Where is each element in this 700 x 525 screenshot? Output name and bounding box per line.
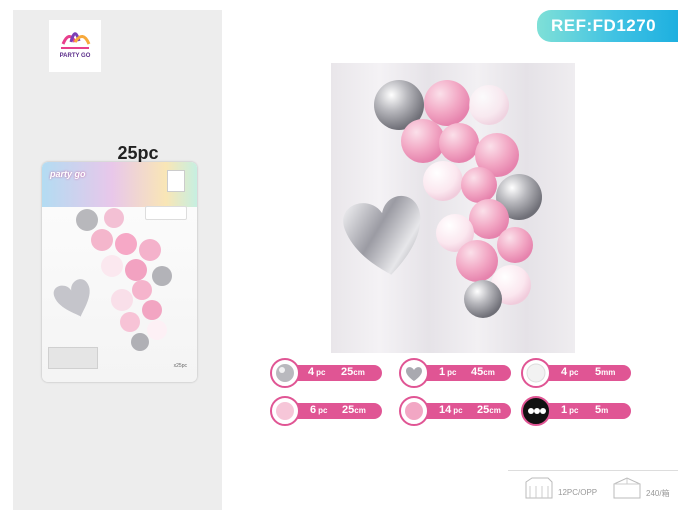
content-size: 25: [341, 366, 354, 378]
outer-pack-label: 240/箱: [646, 489, 670, 498]
heart-foil-icon: [399, 358, 429, 388]
content-qty: 14: [439, 404, 452, 416]
pearl-balloon-icon: [399, 396, 429, 426]
pink-balloon-icon: [270, 396, 300, 426]
brand-logo: PARTY GO: [49, 20, 101, 72]
silver-balloon-icon: [270, 358, 300, 388]
carton-box-icon: [613, 477, 641, 499]
content-size: 45: [471, 366, 484, 378]
pack-card-image: party go x25pc: [42, 162, 197, 382]
tape-strip-icon: [521, 396, 551, 426]
content-size-unit: cm: [354, 406, 366, 415]
content-qty: 1: [439, 366, 446, 378]
balloon-garland-graphic: [343, 80, 542, 318]
content-size-unit: cm: [489, 406, 501, 415]
party-go-logo-icon: [61, 32, 91, 49]
pack-sample-image: [48, 347, 98, 369]
pack-count-label: 25pc: [117, 143, 159, 163]
content-size-unit: cm: [353, 368, 365, 377]
content-unit: pc: [447, 368, 457, 377]
brand-logo-text: PARTY GO: [59, 53, 91, 59]
content-size-unit: mm: [601, 368, 616, 377]
pack-count-tag: x25pc: [173, 363, 187, 369]
content-size-unit: m: [601, 406, 609, 415]
glue-dots-icon: [521, 358, 551, 388]
opp-bag-icon: [525, 477, 553, 499]
content-qty: 4: [308, 366, 315, 378]
inner-pack-label: 12PC/OPP: [558, 488, 598, 497]
content-unit: pc: [569, 406, 579, 415]
content-unit: pc: [318, 406, 328, 415]
content-size: 25: [477, 404, 490, 416]
content-unit: pc: [453, 406, 463, 415]
content-qty: 1: [561, 404, 568, 416]
content-qty: 6: [310, 404, 317, 416]
product-photo: [331, 63, 575, 353]
content-qty: 4: [561, 366, 568, 378]
content-unit: pc: [569, 368, 579, 377]
ref-code-tag: REF:FD1270: [537, 10, 678, 42]
content-size: 25: [342, 404, 355, 416]
content-size-unit: cm: [483, 368, 495, 377]
content-unit: pc: [316, 368, 326, 377]
product-sheet: PARTY GO 25pc party go x25pc REF:FD1270 …: [0, 0, 700, 525]
